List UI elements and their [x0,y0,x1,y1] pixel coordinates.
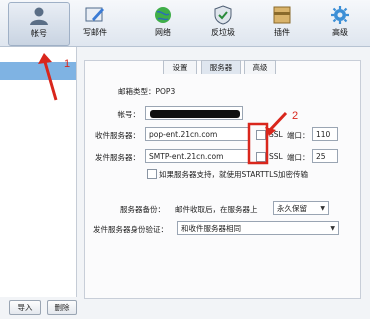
annotation-overlay [38,53,288,165]
annotation-highlight-box [247,122,269,165]
annotation-number-1: 1 [64,58,71,70]
annotation-arrow-1 [38,53,58,101]
annotation-number-2: 2 [292,110,299,122]
